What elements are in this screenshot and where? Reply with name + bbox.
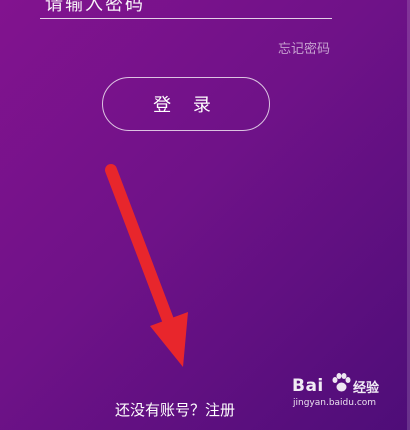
watermark-logo-suffix: 经验 xyxy=(353,381,380,396)
red-arrow-annotation xyxy=(105,164,188,367)
baidu-jingyan-watermark: Bai 经验 jingyan.baidu.com xyxy=(290,373,400,414)
paw-icon xyxy=(332,373,351,392)
watermark-logo-text: Bai xyxy=(292,376,324,396)
watermark-url: jingyan.baidu.com xyxy=(293,398,377,408)
register-link[interactable]: 还没有账号？注册 xyxy=(115,399,235,420)
